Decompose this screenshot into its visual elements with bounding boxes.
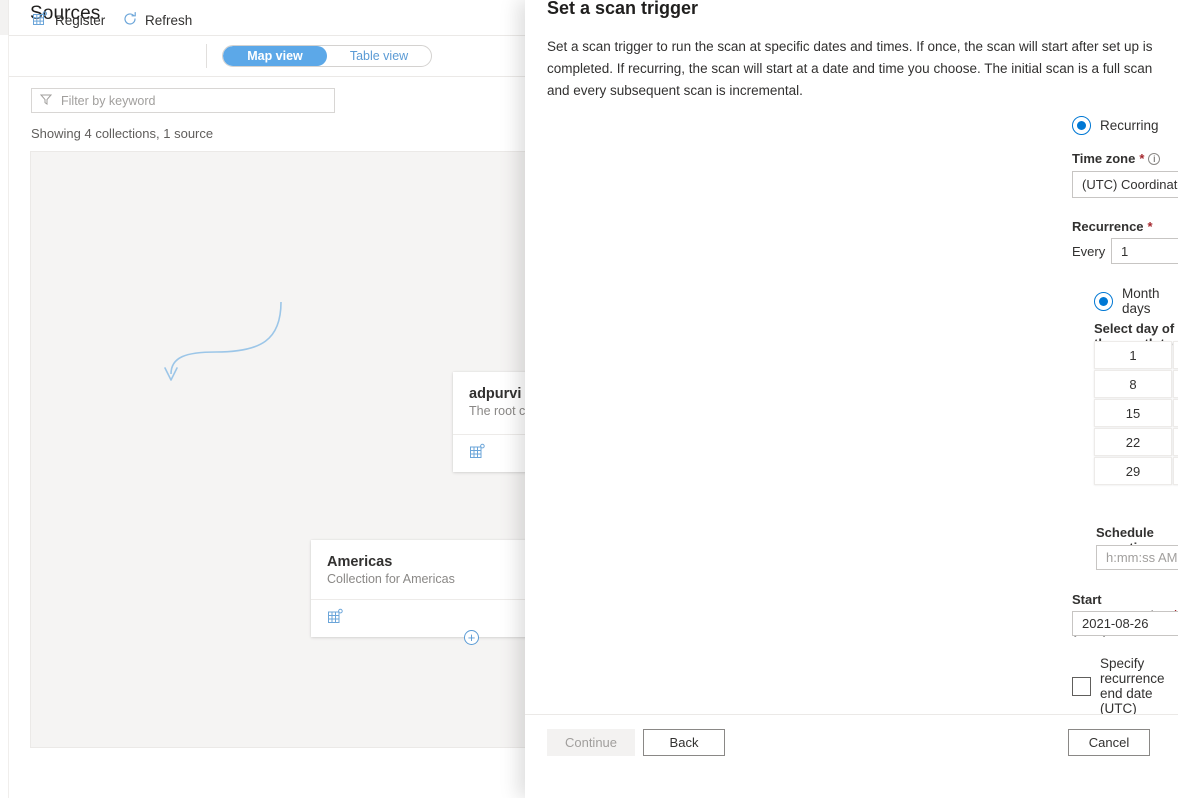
panel-heading: Set a scan trigger (547, 0, 699, 18)
left-nav-rail-divider (8, 35, 9, 798)
map-node-title: Americas (327, 554, 393, 570)
month-day-cell[interactable]: 22 (1094, 428, 1172, 456)
tab-table-view[interactable]: Table view (327, 46, 431, 66)
month-day-cell[interactable]: 8 (1094, 370, 1172, 398)
time-zone-label-text: Time zone (1072, 151, 1136, 166)
end-date-checkbox-row[interactable]: Specify recurrence end date (UTC) (1072, 656, 1178, 714)
app-root: Sources Register Refresh Map view Table … (0, 0, 1178, 798)
panel-description: Set a scan trigger to run the scan at sp… (547, 39, 1153, 98)
month-day-cell[interactable]: 23 (1173, 428, 1178, 456)
radio-month-days[interactable]: Month days (1094, 286, 1178, 316)
scan-trigger-panel-body: Set a scan trigger Set a scan trigger to… (525, 0, 1178, 714)
recurrence-required-mark: * (1147, 219, 1153, 234)
time-zone-value: (UTC) Coordinated Universal Time (1082, 177, 1178, 192)
month-day-cell[interactable]: 1 (1094, 341, 1172, 369)
radio-month-days-label: Month days (1122, 286, 1160, 316)
scan-trigger-panel: Set a scan trigger Set a scan trigger to… (525, 0, 1178, 798)
cancel-button[interactable]: Cancel (1068, 729, 1150, 756)
sources-page: Sources Register Refresh Map view Table … (0, 0, 560, 798)
register-button[interactable]: Register (32, 8, 105, 32)
time-zone-label: Time zone * i (1072, 151, 1161, 166)
recurrence-interval-stepper[interactable]: 1 (1111, 238, 1178, 264)
left-nav-rail (0, 0, 9, 35)
month-day-cell[interactable]: 16 (1173, 399, 1178, 427)
recurrence-interval-value: 1 (1121, 243, 1129, 259)
map-node-subtitle: Collection for Americas (327, 572, 455, 586)
showing-count-text: Showing 4 collections, 1 source (31, 126, 214, 141)
start-recurrence-date-input[interactable]: 2021-08-26 (1072, 611, 1178, 636)
schedule-scan-time-placeholder: h:mm:ss AM (1106, 550, 1178, 565)
month-day-cell[interactable]: 29 (1094, 457, 1172, 485)
refresh-icon (122, 11, 138, 30)
map-node-footer: View d (311, 599, 559, 637)
panel-footer: Continue Back Cancel (525, 715, 1178, 798)
recurrence-label: Recurrence * (1072, 219, 1153, 234)
month-day-cell[interactable]: 2 (1173, 341, 1178, 369)
month-day-cell[interactable]: 9 (1173, 370, 1178, 398)
register-button-label: Register (55, 12, 106, 28)
radio-recurring-control[interactable] (1072, 116, 1091, 135)
refresh-button-label: Refresh (145, 12, 193, 28)
end-date-checkbox-label: Specify recurrence end date (UTC) (1100, 656, 1165, 714)
plus-circle-icon[interactable]: + (464, 630, 479, 645)
recurrence-label-text: Recurrence (1072, 219, 1144, 234)
continue-button[interactable]: Continue (547, 729, 635, 756)
collection-grid-icon[interactable] (327, 608, 344, 630)
radio-recurring-label: Recurring (1100, 118, 1159, 133)
radio-month-days-control[interactable] (1094, 291, 1113, 311)
filter-input[interactable] (59, 92, 326, 109)
filter-funnel-icon (39, 92, 53, 110)
radio-recurring[interactable]: Recurring (1072, 116, 1159, 135)
end-date-checkbox[interactable] (1072, 676, 1091, 696)
map-node-card[interactable]: Americas Collection for Americas Vi (311, 540, 559, 637)
month-day-cell[interactable]: 15 (1094, 399, 1172, 427)
time-zone-required-mark: * (1139, 151, 1145, 166)
month-day-grid[interactable]: 1234567891011121314151617181920212223242… (1094, 341, 1178, 485)
info-circle-icon[interactable]: i (1148, 152, 1161, 165)
month-day-cell[interactable]: 30 (1173, 457, 1178, 485)
tab-map-view[interactable]: Map view (223, 46, 327, 66)
filter-input-wrapper[interactable] (31, 88, 335, 113)
command-separator (206, 44, 207, 68)
schedule-scan-time-input[interactable]: h:mm:ss AM (1096, 545, 1178, 570)
back-button[interactable]: Back (643, 729, 725, 756)
register-grid-icon (32, 10, 48, 30)
collection-grid-icon[interactable] (469, 443, 486, 465)
start-recurrence-date-value: 2021-08-26 (1082, 616, 1149, 631)
view-toggle[interactable]: Map view Table view (222, 45, 432, 67)
map-view-canvas[interactable]: adpurvi The root c Americas Collection f… (30, 151, 560, 748)
refresh-button[interactable]: Refresh (122, 8, 192, 32)
command-bar-divider (9, 76, 560, 77)
every-label: Every (1072, 244, 1106, 259)
time-zone-select[interactable]: (UTC) Coordinated Universal Time (1072, 171, 1178, 198)
